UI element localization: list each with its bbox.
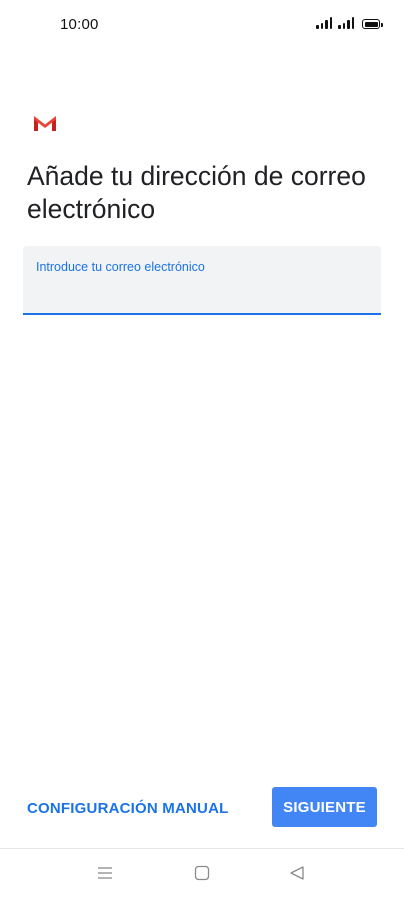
status-time: 10:00: [60, 16, 99, 33]
battery-icon: [362, 19, 383, 29]
next-button[interactable]: SIGUIENTE: [272, 787, 377, 827]
home-icon[interactable]: [192, 863, 212, 883]
status-bar: 10:00: [0, 0, 404, 50]
signal-icon: [338, 17, 354, 29]
status-icons: [316, 17, 383, 29]
manual-setup-button[interactable]: CONFIGURACIÓN MANUAL: [27, 795, 228, 821]
back-icon[interactable]: [287, 863, 307, 883]
email-field-label: Introduce tu correo electrónico: [36, 260, 205, 274]
email-field[interactable]: Introduce tu correo electrónico: [23, 246, 381, 315]
gmail-logo: [34, 116, 56, 131]
signal-icon: [316, 17, 332, 29]
screen: 10:00 Añade tu dirección de correo elect…: [0, 0, 404, 897]
email-input[interactable]: [35, 280, 365, 306]
page-title: Añade tu dirección de correo electrónico: [27, 161, 366, 224]
menu-icon[interactable]: [95, 863, 115, 883]
nav-bar: [0, 849, 404, 897]
